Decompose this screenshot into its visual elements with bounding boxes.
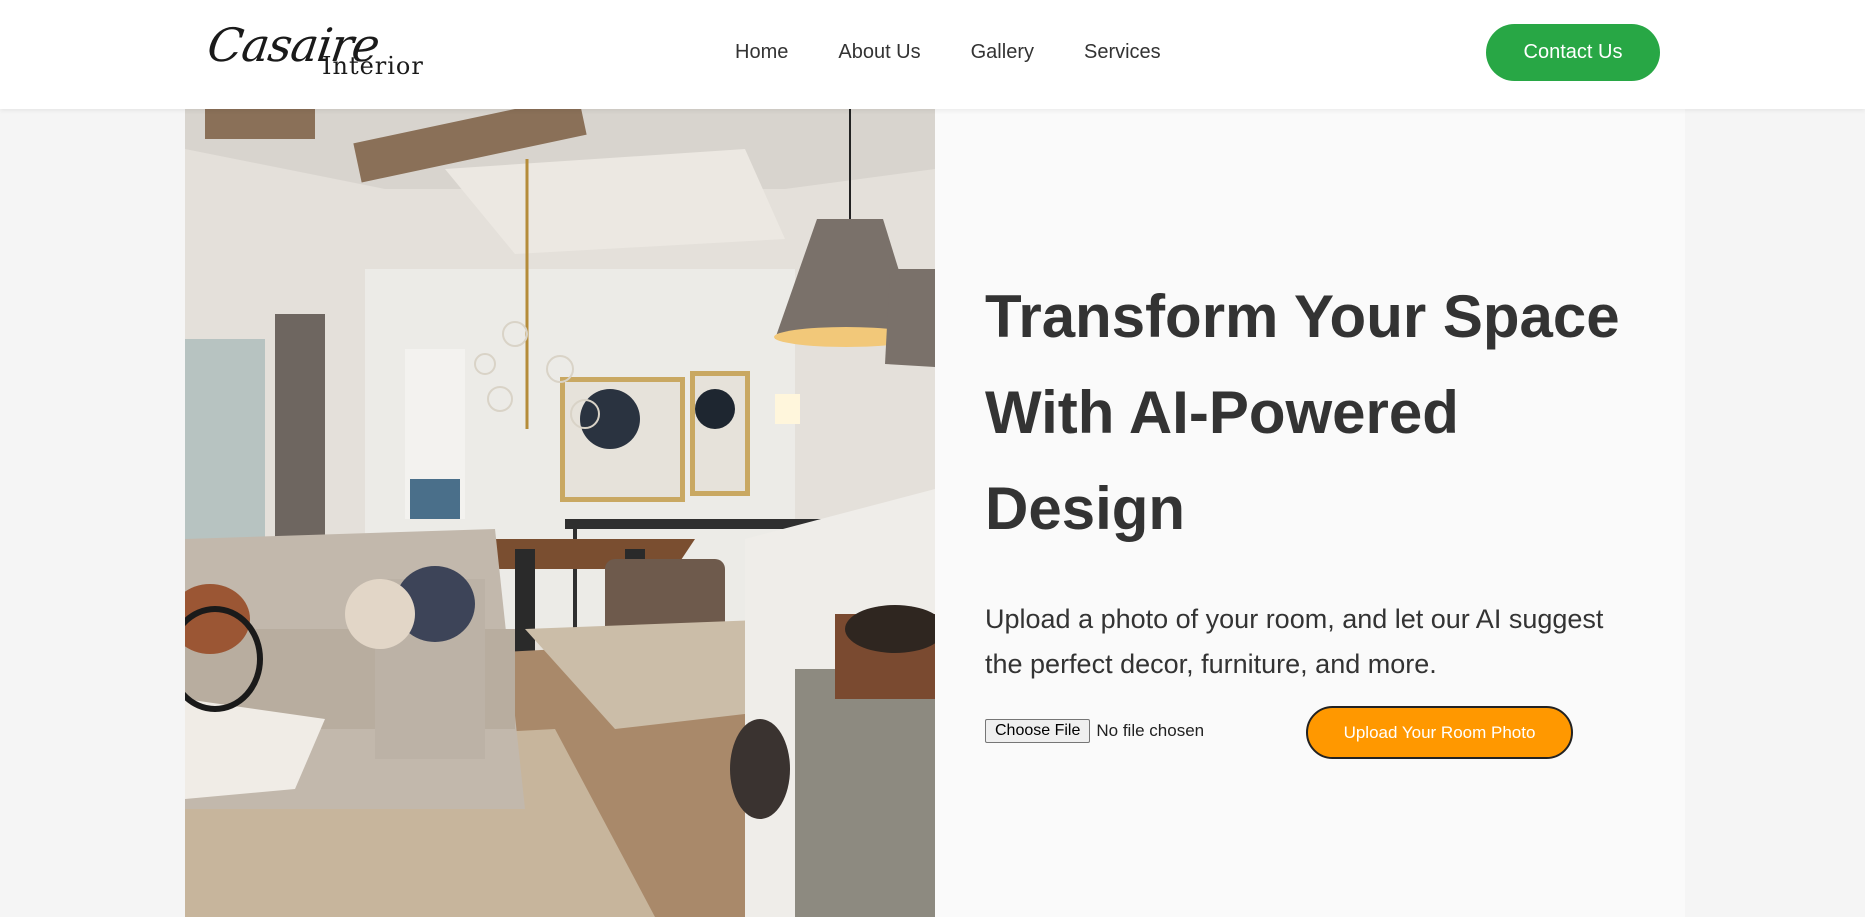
hero-content: Transform Your Space With AI-Powered Des… bbox=[985, 269, 1665, 687]
hero-title-line1: Transform Your Space bbox=[985, 283, 1620, 350]
nav-item-home[interactable]: Home bbox=[735, 41, 788, 64]
living-room-image bbox=[185, 109, 935, 917]
choose-file-button[interactable]: Choose File bbox=[985, 719, 1091, 743]
hero-title-line3: Design bbox=[985, 475, 1186, 542]
file-input[interactable]: Choose File No file chosen bbox=[985, 719, 1204, 743]
file-status-text: No file chosen bbox=[1096, 721, 1205, 740]
hero-description: Upload a photo of your room, and let our… bbox=[985, 597, 1665, 687]
logo-sub-text: Interior bbox=[322, 52, 424, 80]
hero-section: Transform Your Space With AI-Powered Des… bbox=[185, 109, 1685, 917]
hero-title-line2: With AI-Powered bbox=[985, 379, 1459, 446]
hero-description-line2: the perfect decor, furniture, and more. bbox=[985, 649, 1437, 679]
upload-row: Choose File No file chosen Upload Your R… bbox=[985, 706, 1665, 766]
upload-room-photo-button[interactable]: Upload Your Room Photo bbox=[1306, 706, 1573, 759]
brand-logo[interactable]: Casaire Interior bbox=[204, 14, 428, 84]
nav-item-about-us[interactable]: About Us bbox=[838, 41, 920, 64]
living-room-illustration bbox=[185, 109, 935, 917]
hero-description-line1: Upload a photo of your room, and let our… bbox=[985, 604, 1604, 634]
main-nav: Home About Us Gallery Services bbox=[735, 0, 1211, 104]
nav-item-gallery[interactable]: Gallery bbox=[971, 41, 1034, 64]
site-header: Casaire Interior Home About Us Gallery S… bbox=[0, 0, 1865, 109]
contact-us-button[interactable]: Contact Us bbox=[1486, 24, 1660, 81]
nav-item-services[interactable]: Services bbox=[1084, 41, 1161, 64]
hero-title: Transform Your Space With AI-Powered Des… bbox=[985, 269, 1665, 557]
